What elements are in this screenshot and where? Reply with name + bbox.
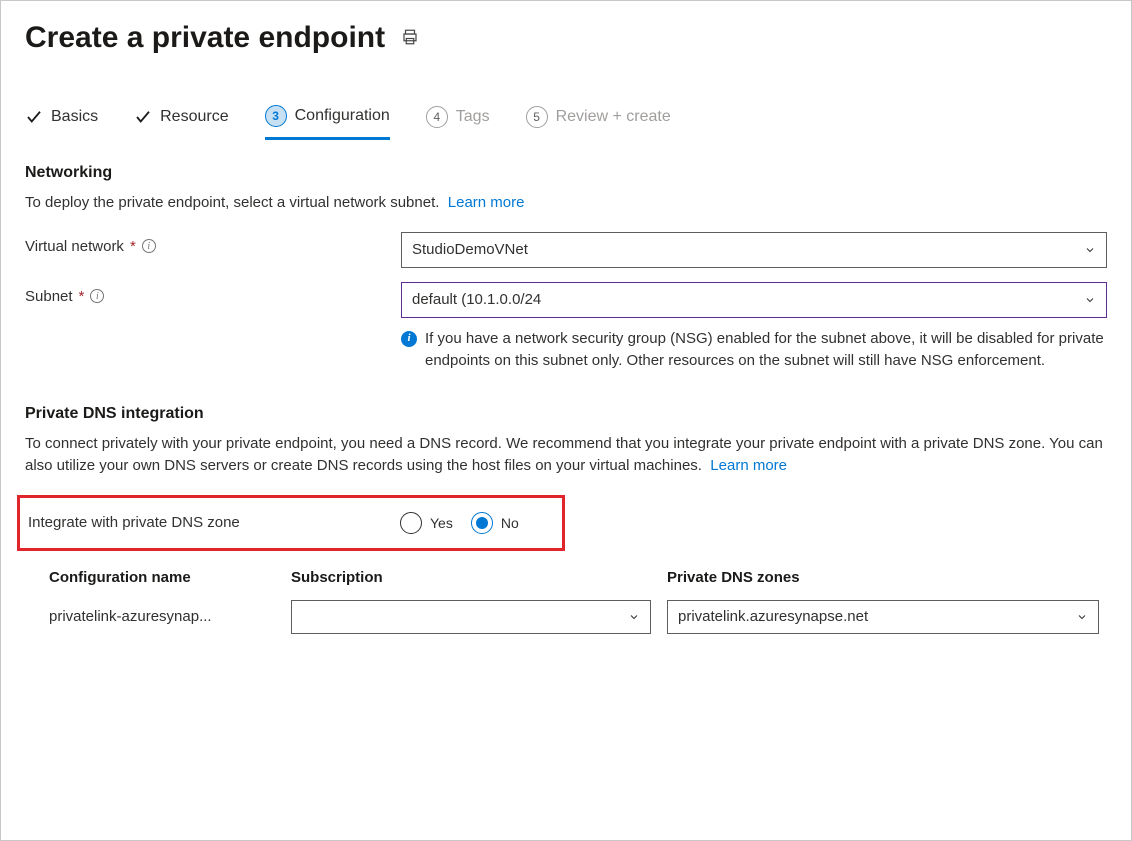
table-row: privatelink-azuresynap... privatelink.az… — [49, 600, 1099, 634]
radio-no-label: No — [501, 515, 519, 531]
info-icon: i — [401, 331, 417, 347]
required-indicator: * — [79, 288, 85, 305]
tab-configuration-label: Configuration — [295, 107, 390, 125]
integrate-dns-yes-radio[interactable]: Yes — [400, 512, 453, 534]
tab-resource[interactable]: Resource — [134, 108, 228, 136]
tab-tags[interactable]: 4 Tags — [426, 106, 490, 138]
page-title: Create a private endpoint — [25, 21, 385, 55]
col-header-config: Configuration name — [49, 569, 275, 586]
step-number-icon: 3 — [265, 105, 287, 127]
print-icon[interactable] — [401, 28, 419, 49]
check-icon — [25, 108, 43, 126]
tab-tags-label: Tags — [456, 108, 490, 126]
subnet-label: Subnet * i — [25, 282, 401, 305]
required-indicator: * — [130, 238, 136, 255]
dns-desc: To connect privately with your private e… — [25, 433, 1107, 477]
config-name-cell: privatelink-azuresynap... — [49, 608, 275, 625]
dns-heading: Private DNS integration — [25, 405, 1107, 423]
integrate-dns-highlight: Integrate with private DNS zone Yes No — [17, 495, 565, 551]
chevron-down-icon — [1084, 294, 1096, 306]
tab-basics[interactable]: Basics — [25, 108, 98, 136]
tab-configuration[interactable]: 3 Configuration — [265, 105, 390, 140]
vnet-value: StudioDemoVNet — [412, 241, 528, 258]
info-icon[interactable]: i — [142, 239, 156, 253]
col-header-subscription: Subscription — [291, 569, 651, 586]
nsg-info-text: If you have a network security group (NS… — [425, 328, 1107, 372]
networking-learn-more-link[interactable]: Learn more — [448, 194, 525, 211]
chevron-down-icon — [1076, 611, 1088, 623]
dns-learn-more-link[interactable]: Learn more — [710, 457, 787, 474]
networking-desc: To deploy the private endpoint, select a… — [25, 192, 1107, 214]
private-dns-zone-value: privatelink.azuresynapse.net — [678, 608, 868, 625]
subnet-dropdown[interactable]: default (10.1.0.0/24 — [401, 282, 1107, 318]
radio-yes-label: Yes — [430, 515, 453, 531]
dns-zones-table: Configuration name Subscription Private … — [49, 569, 1099, 634]
vnet-label: Virtual network * i — [25, 232, 401, 255]
step-number-icon: 5 — [526, 106, 548, 128]
step-number-icon: 4 — [426, 106, 448, 128]
chevron-down-icon — [628, 611, 640, 623]
tab-review[interactable]: 5 Review + create — [526, 106, 671, 138]
check-icon — [134, 108, 152, 126]
subscription-dropdown[interactable] — [291, 600, 651, 634]
info-icon[interactable]: i — [90, 289, 104, 303]
wizard-tabs: Basics Resource 3 Configuration 4 Tags 5… — [25, 105, 1107, 140]
private-dns-zone-dropdown[interactable]: privatelink.azuresynapse.net — [667, 600, 1099, 634]
integrate-dns-no-radio[interactable]: No — [471, 512, 519, 534]
chevron-down-icon — [1084, 244, 1096, 256]
col-header-dns-zones: Private DNS zones — [667, 569, 1099, 586]
integrate-dns-label: Integrate with private DNS zone — [24, 514, 400, 531]
tab-review-label: Review + create — [556, 108, 671, 126]
nsg-info-box: i If you have a network security group (… — [401, 328, 1107, 372]
tab-resource-label: Resource — [160, 108, 228, 126]
vnet-dropdown[interactable]: StudioDemoVNet — [401, 232, 1107, 268]
tab-basics-label: Basics — [51, 108, 98, 126]
networking-heading: Networking — [25, 164, 1107, 182]
subnet-value: default (10.1.0.0/24 — [412, 291, 541, 308]
